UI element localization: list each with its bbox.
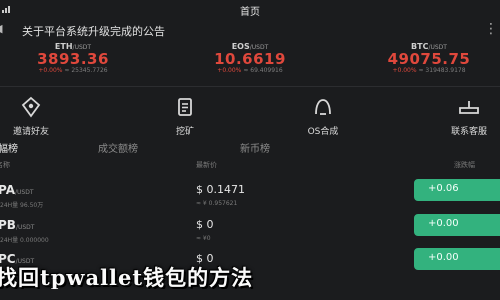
tab-new-coins[interactable]: 新币榜 [240, 140, 270, 155]
ticker-eos[interactable]: EOS/USDT 10.6619 +0.00% ≈ 69.409916 [165, 42, 335, 74]
ticker-sub: +0.00% ≈ 319483.9178 [392, 67, 466, 74]
invite-icon [21, 96, 41, 118]
action-synthesis[interactable]: OS合成 [278, 96, 368, 137]
row-cny: ≈ ¥ 0.957621 [196, 200, 238, 207]
row-volume: 24H量 96.50万 [0, 202, 44, 209]
ticker-price: 10.6619 [214, 50, 286, 68]
ticker-price: 3893.36 [37, 50, 109, 68]
row-price: $ 0 [196, 218, 214, 231]
action-invite[interactable]: 邀请好友 [0, 96, 76, 137]
ticker-sub: +0.00% ≈ 69.409916 [217, 67, 283, 74]
quick-actions: 邀请好友 挖矿 OS合成 联系客服 [0, 96, 500, 137]
action-mining[interactable]: 挖矿 [140, 96, 230, 137]
row-symbol: PA/USDT [0, 183, 34, 197]
ticker-price: 49075.75 [387, 50, 471, 68]
ticker-btc[interactable]: BTC/USDT 49075.75 +0.00% ≈ 319483.9178 [344, 42, 500, 74]
synthesis-icon [315, 99, 331, 115]
overlay-banner: 找回tpwallet钱包的方法 [0, 263, 500, 289]
action-label: 联系客服 [450, 127, 487, 137]
banner-text: 找回tpwallet钱包的方法 [0, 265, 254, 289]
action-label: 邀请好友 [12, 127, 49, 137]
column-name: 名称 [0, 161, 10, 169]
change-badge[interactable]: +0.06 [414, 179, 500, 201]
status-bar: 首页 [0, 0, 500, 18]
change-badge[interactable]: +0.00 [414, 214, 500, 236]
row-cny: ≈ ¥0 [196, 235, 211, 242]
announcement-icon: ◀ [0, 22, 2, 35]
page-title: 首页 [240, 7, 260, 18]
row-volume: 24H量 0.000000 [0, 237, 49, 244]
action-label: 挖矿 [175, 127, 194, 137]
divider [0, 86, 500, 87]
ticker-sub: +0.00% ≈ 25345.7726 [38, 67, 108, 74]
ticker-eth[interactable]: ETH/USDT 3893.36 +0.00% ≈ 25345.7726 [0, 42, 158, 74]
tab-volume[interactable]: 成交额榜 [98, 140, 138, 155]
ranking-tabs: 涨幅榜 成交额榜 新币榜 [0, 140, 500, 156]
notice-bar[interactable]: ◀ 关于平台系统升级完成的公告 ⋮ [0, 20, 500, 42]
mining-icon [178, 98, 192, 116]
ticker-strip: ETH/USDT 3893.36 +0.00% ≈ 25345.7726 EOS… [0, 42, 500, 82]
row-symbol: PB/USDT [0, 218, 35, 232]
notice-text[interactable]: 关于平台系统升级完成的公告 [22, 23, 165, 39]
tab-gainers[interactable]: 涨幅榜 [0, 140, 18, 155]
more-icon[interactable]: ⋮ [484, 21, 498, 37]
column-price: 最新价 [196, 161, 217, 169]
action-label: OS合成 [307, 127, 339, 137]
table-header: 名称 最新价 涨跌幅 [0, 160, 500, 172]
row-price: $ 0.1471 [196, 183, 245, 196]
support-icon [459, 101, 479, 114]
action-support[interactable]: 联系客服 [424, 96, 500, 137]
column-change: 涨跌幅 [454, 161, 475, 169]
